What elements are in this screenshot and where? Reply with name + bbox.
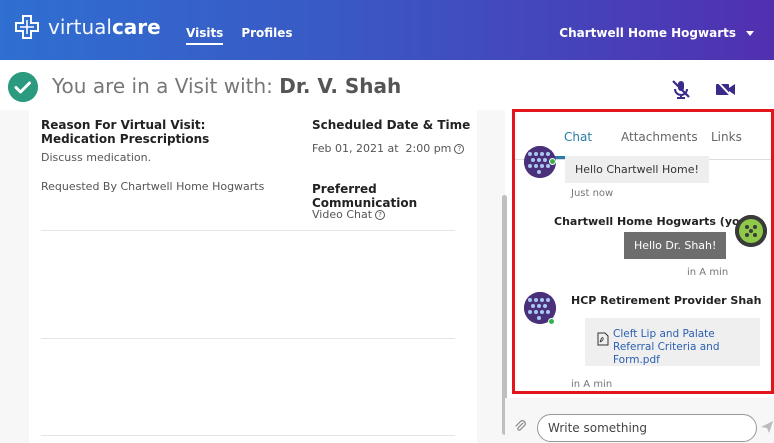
logo-text-bold: care — [111, 15, 161, 39]
scheduled-value: Feb 01, 2021 at 2:00 pm? — [312, 142, 465, 155]
message-bubble: Hello Dr. Shah! — [624, 232, 727, 259]
message-time: Just now — [571, 188, 614, 199]
nav-profiles[interactable]: Profiles — [241, 26, 292, 45]
preferred-value-text: Video Chat — [312, 208, 373, 221]
message-bubble: Hello Chartwell Home! — [565, 156, 709, 183]
reason-label: Reason For Virtual Visit: Medication Pre… — [41, 118, 210, 146]
message-time: in A min — [571, 379, 613, 390]
account-name: Chartwell Home Hogwarts — [559, 26, 736, 40]
message-time: in A min — [687, 267, 729, 278]
divider — [41, 230, 455, 231]
nav-visits[interactable]: Visits — [186, 26, 224, 45]
file-attachment[interactable]: Cleft Lip and Palate Referral Criteria a… — [585, 318, 760, 366]
user-avatar — [735, 215, 767, 247]
divider — [41, 435, 455, 436]
send-icon[interactable] — [760, 420, 774, 434]
visit-details-card: Reason For Virtual Visit: Medication Pre… — [29, 110, 477, 443]
chat-message-input[interactable] — [537, 414, 757, 442]
visit-title: You are in a Visit with: Dr. V. Shah — [52, 74, 401, 98]
app-logo[interactable]: virtualcare — [14, 14, 161, 40]
preferred-label: Preferred Communication — [312, 182, 418, 210]
reason-text: Discuss medication. — [41, 151, 152, 164]
logo-text: virtualcare — [48, 15, 161, 39]
caret-down-icon — [746, 30, 754, 36]
camera-off-icon[interactable] — [714, 78, 736, 100]
divider — [41, 338, 455, 339]
paperclip-icon[interactable] — [514, 420, 528, 434]
medical-cross-icon — [15, 15, 39, 39]
mic-muted-icon[interactable] — [670, 78, 692, 100]
visit-doctor: Dr. V. Shah — [279, 74, 402, 98]
main-nav: Visits Profiles — [186, 26, 293, 45]
file-link[interactable]: Cleft Lip and Palate Referral Criteria a… — [613, 328, 758, 367]
help-icon[interactable]: ? — [375, 210, 386, 220]
chat-panel: Chat Attachments Links Hello Chartwell H… — [512, 109, 774, 394]
preferred-value: Video Chat? — [312, 208, 386, 221]
scheduled-value-text: Feb 01, 2021 at 2:00 pm — [312, 142, 452, 155]
message-sender: HCP Retirement Provider Shah — [571, 294, 762, 307]
top-header: virtualcare Visits Profiles Chartwell Ho… — [0, 0, 774, 60]
message-sender: Chartwell Home Hogwarts (you) — [554, 215, 753, 228]
tab-attachments[interactable]: Attachments — [621, 130, 698, 144]
pdf-file-icon — [597, 332, 609, 346]
scheduled-label: Scheduled Date & Time — [312, 118, 471, 132]
visit-details-panel: Reason For Virtual Visit: Medication Pre… — [0, 110, 505, 443]
visit-title-prefix: You are in a Visit with: — [52, 74, 280, 98]
requested-by: Requested By Chartwell Home Hogwarts — [41, 180, 265, 193]
account-menu[interactable]: Chartwell Home Hogwarts — [559, 26, 754, 40]
logo-text-light: virtual — [48, 15, 112, 39]
tab-chat[interactable]: Chat — [564, 130, 592, 144]
tab-links[interactable]: Links — [711, 130, 742, 144]
help-icon[interactable]: ? — [454, 144, 465, 154]
check-circle-icon — [8, 72, 38, 102]
online-status-dot — [548, 318, 555, 325]
online-status-dot — [549, 158, 556, 165]
